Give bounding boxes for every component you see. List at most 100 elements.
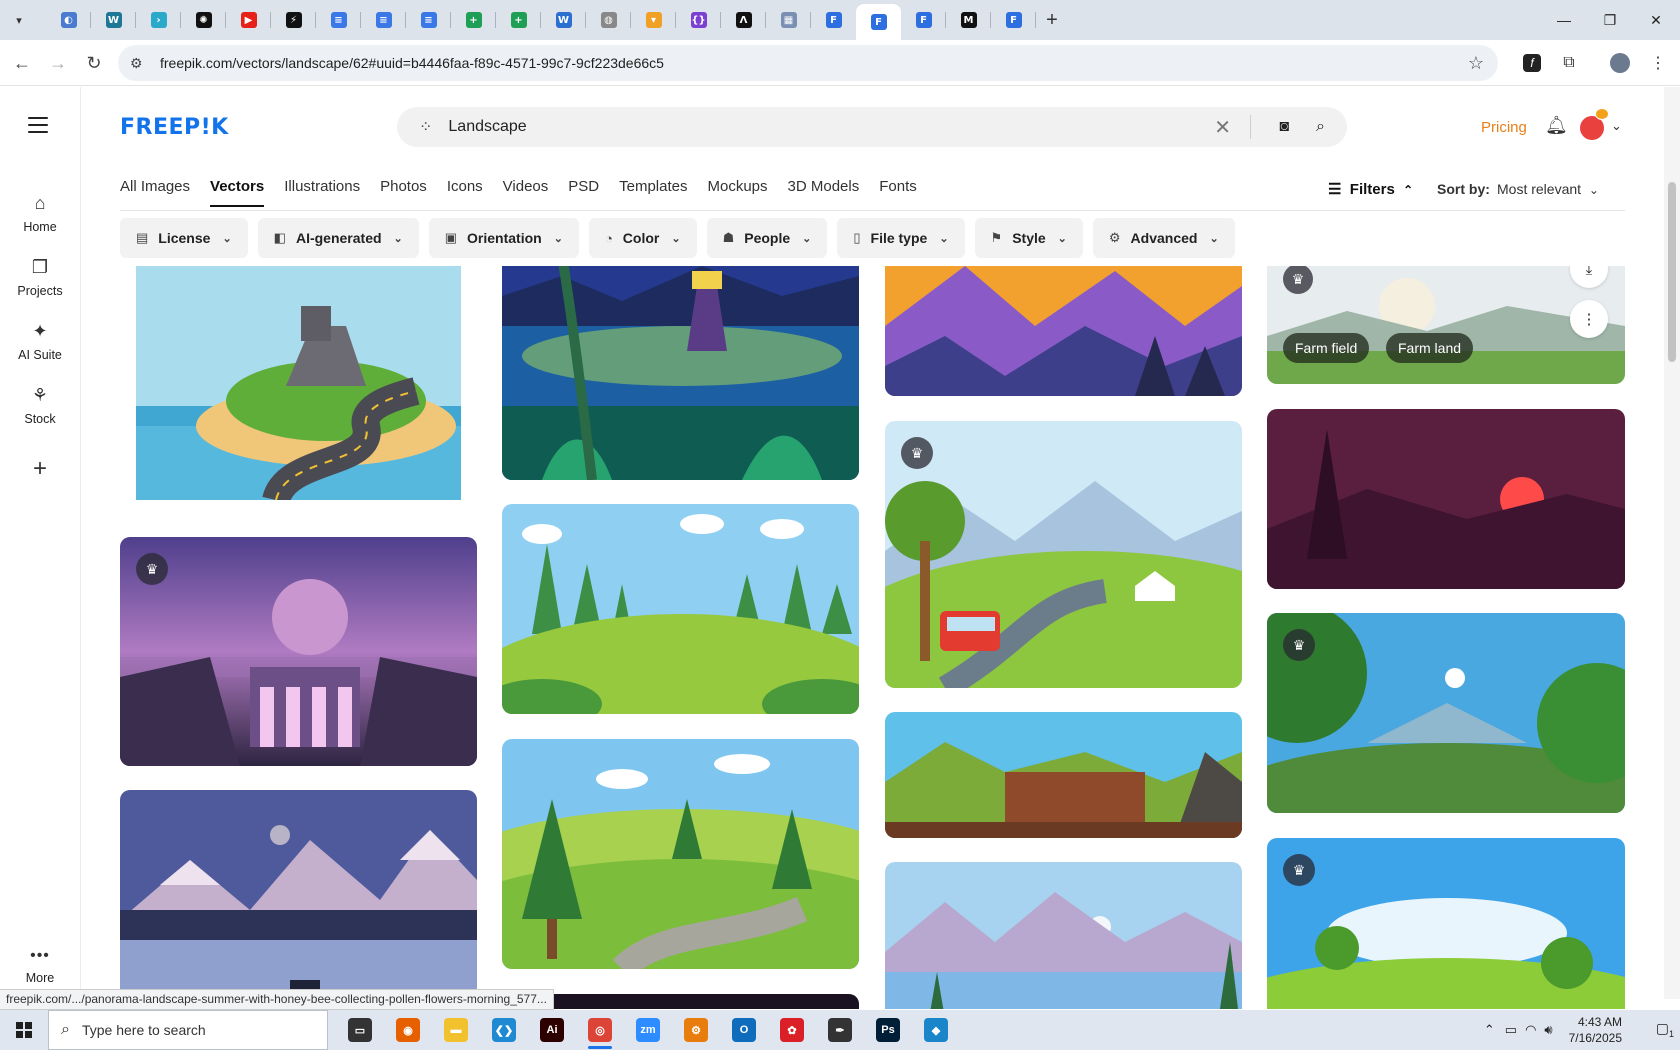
filters-toggle[interactable]: ☰ Filters ⌃: [1328, 180, 1413, 198]
tab-illustrations[interactable]: Illustrations: [284, 178, 360, 207]
filter-file-type[interactable]: ▯ File type ⌄: [837, 218, 965, 258]
taskbar-app-photoshop[interactable]: Ps: [864, 1010, 912, 1050]
browser-tab[interactable]: F: [856, 4, 901, 40]
extension-f-icon[interactable]: f: [1519, 50, 1545, 76]
close-window-button[interactable]: ✕: [1633, 0, 1679, 40]
tab-mockups[interactable]: Mockups: [707, 178, 767, 207]
browser-tab[interactable]: F: [901, 0, 946, 40]
image-card[interactable]: ♛: [885, 421, 1242, 688]
site-info-icon[interactable]: ⚙: [130, 55, 150, 72]
filter-ai-generated[interactable]: ◧ AI-generated ⌄: [257, 218, 419, 258]
browser-tab[interactable]: ›: [136, 0, 181, 40]
image-card-hovered[interactable]: ♛ ⤓ ⋮ Farm field Farm land: [1267, 266, 1625, 384]
profile-avatar-icon[interactable]: [1607, 50, 1633, 76]
image-card[interactable]: [502, 504, 859, 714]
extensions-puzzle-icon[interactable]: ⧉: [1556, 50, 1582, 76]
browser-tab[interactable]: F: [991, 0, 1036, 40]
taskbar-app-vscode[interactable]: ❮❯: [480, 1010, 528, 1050]
image-card[interactable]: ♛: [1267, 613, 1625, 813]
taskbar-app-illustrator[interactable]: Ai: [528, 1010, 576, 1050]
browser-tab[interactable]: Λ: [721, 0, 766, 40]
network-icon[interactable]: ▭: [1505, 1022, 1517, 1038]
browser-tab[interactable]: ▦: [766, 0, 811, 40]
tab-search-button[interactable]: ▾: [8, 9, 30, 31]
taskbar-app-creative-cloud[interactable]: ✿: [768, 1010, 816, 1050]
tab-videos[interactable]: Videos: [503, 178, 549, 207]
restore-button[interactable]: ❐: [1587, 0, 1633, 40]
rail-item-more[interactable]: ••• More: [0, 947, 80, 985]
freepik-logo[interactable]: FREEP!K: [120, 115, 229, 140]
tab-all-images[interactable]: All Images: [120, 178, 190, 207]
taskbar-app-blender[interactable]: ⚙: [672, 1010, 720, 1050]
address-url[interactable]: freepik.com/vectors/landscape/62#uuid=b4…: [160, 55, 664, 71]
add-button[interactable]: +: [0, 455, 80, 483]
tab-3d-models[interactable]: 3D Models: [788, 178, 860, 207]
tab-templates[interactable]: Templates: [619, 178, 687, 207]
browser-tab[interactable]: ▾: [631, 0, 676, 40]
forward-button[interactable]: →: [40, 45, 76, 81]
image-card[interactable]: [502, 994, 859, 1009]
sort-dropdown[interactable]: Most relevant ⌄: [1497, 181, 1599, 197]
back-button[interactable]: ←: [4, 45, 40, 81]
image-card[interactable]: [502, 266, 859, 480]
notification-center-icon[interactable]: ▢1: [1656, 1020, 1674, 1039]
image-card[interactable]: [885, 266, 1242, 396]
reload-button[interactable]: ↻: [76, 45, 112, 81]
image-card[interactable]: [885, 712, 1242, 838]
search-icon[interactable]: ⌕: [1316, 118, 1325, 136]
browser-tab[interactable]: {}: [676, 0, 721, 40]
tab-icons[interactable]: Icons: [447, 178, 483, 207]
tab-fonts[interactable]: Fonts: [879, 178, 917, 207]
search-input[interactable]: Landscape: [448, 118, 526, 136]
address-bar[interactable]: ⚙ freepik.com/vectors/landscape/62#uuid=…: [118, 45, 1498, 81]
chevron-up-icon[interactable]: ⌃: [1484, 1022, 1495, 1038]
browser-tab[interactable]: ▶: [226, 0, 271, 40]
rail-item-projects[interactable]: ❐ Projects: [0, 257, 80, 298]
new-tab-button[interactable]: +: [1036, 4, 1068, 36]
more-options-icon[interactable]: ⋮: [1570, 300, 1608, 338]
wifi-icon[interactable]: ◠: [1525, 1022, 1536, 1038]
filter-license[interactable]: ▤ License ⌄: [120, 218, 248, 258]
filter-style[interactable]: ⚑ Style ⌄: [974, 218, 1083, 258]
taskbar-app-firefox[interactable]: ◉: [384, 1010, 432, 1050]
tab-psd[interactable]: PSD: [568, 178, 599, 207]
filter-people[interactable]: ☗ People ⌄: [706, 218, 828, 258]
taskbar-app-outlook[interactable]: O: [720, 1010, 768, 1050]
tab-photos[interactable]: Photos: [380, 178, 427, 207]
browser-tab[interactable]: ⚡: [271, 0, 316, 40]
tab-vectors[interactable]: Vectors: [210, 178, 265, 207]
volume-icon[interactable]: 🔊︎: [1544, 1022, 1552, 1038]
tag-chip[interactable]: Farm field: [1283, 333, 1370, 363]
notifications-bell-icon[interactable]: 🔔︎: [1545, 115, 1568, 136]
image-card[interactable]: ♛: [1267, 838, 1625, 1009]
browser-tab[interactable]: +: [496, 0, 541, 40]
image-card[interactable]: [136, 266, 461, 500]
image-card[interactable]: [502, 739, 859, 969]
image-card[interactable]: [1267, 409, 1625, 589]
image-card[interactable]: [120, 790, 477, 1009]
taskbar-app-file-explorer[interactable]: ▬: [432, 1010, 480, 1050]
rail-item-stock[interactable]: ⚘ Stock: [0, 385, 80, 426]
rail-item-ai-suite[interactable]: ✦ AI Suite: [0, 321, 80, 362]
taskbar-app-task-view[interactable]: ▭: [336, 1010, 384, 1050]
taskbar-app-app-blue[interactable]: ◆: [912, 1010, 960, 1050]
taskbar-app-inkscape[interactable]: ✒: [816, 1010, 864, 1050]
minimize-button[interactable]: —: [1541, 0, 1587, 40]
browser-tab[interactable]: ✺: [181, 0, 226, 40]
search-type-icon[interactable]: ⁘: [419, 117, 432, 137]
image-card[interactable]: [885, 862, 1242, 1009]
camera-search-icon[interactable]: ◙: [1279, 118, 1289, 136]
browser-tab[interactable]: ≡: [316, 0, 361, 40]
browser-tab[interactable]: ≡: [406, 0, 451, 40]
browser-tab[interactable]: +: [451, 0, 496, 40]
search-bar[interactable]: ⁘ Landscape ✕ ◙ ⌕: [397, 107, 1347, 147]
filter-orientation[interactable]: ▣ Orientation ⌄: [428, 218, 579, 258]
browser-tab[interactable]: W: [541, 0, 586, 40]
tag-chip[interactable]: Farm land: [1386, 333, 1474, 363]
filter-advanced[interactable]: ⚙ Advanced ⌄: [1092, 218, 1235, 258]
hamburger-menu-icon[interactable]: [28, 117, 48, 138]
browser-menu-icon[interactable]: ⋮: [1645, 50, 1671, 76]
filter-color[interactable]: ◔ Color ⌄: [588, 218, 697, 258]
user-avatar[interactable]: [1580, 108, 1609, 140]
taskbar-clock[interactable]: 4:43 AM 7/16/2025: [1569, 1014, 1622, 1046]
